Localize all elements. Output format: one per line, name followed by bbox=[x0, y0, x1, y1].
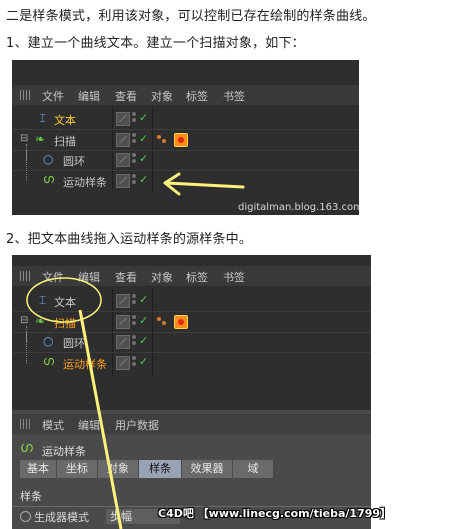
intro-text: 二是样条模式，利用该对象，可以控制已存在绘制的样条曲线。 bbox=[6, 9, 376, 24]
menu-tag[interactable]: 标签 bbox=[186, 88, 208, 104]
step2-text: 2、把文本曲线拖入运动样条的源样条中。 bbox=[6, 232, 253, 247]
sweep-icon: ❧ bbox=[35, 132, 46, 146]
forum-watermark: C4D吧 【www.linecg.com/tieba/1799】 bbox=[158, 507, 392, 520]
tree-line bbox=[26, 149, 27, 181]
object-row-circle[interactable]: ○ 圆环 ✓ bbox=[12, 144, 359, 170]
visibility-dots-icon[interactable] bbox=[132, 174, 137, 186]
menu-object[interactable]: 对象 bbox=[151, 88, 173, 104]
object-row-text[interactable]: ⌶ 文本 ✓ bbox=[12, 109, 359, 129]
menu-edit[interactable]: 编辑 bbox=[78, 88, 100, 104]
enabled-check-icon[interactable]: ✓ bbox=[139, 173, 148, 186]
enabled-check-icon[interactable]: ✓ bbox=[139, 152, 148, 165]
collapse-icon[interactable]: ⊟ bbox=[20, 133, 28, 144]
grip-icon bbox=[20, 90, 32, 100]
menu-file[interactable]: 文件 bbox=[42, 88, 64, 104]
step1-text: 1、建立一个曲线文本。建立一个扫描对象，如下： bbox=[6, 36, 305, 51]
object-manager-screenshot-1: 文件 编辑 查看 对象 标签 书签 ⌶ 文本 ✓ ⊟ ❧ 扫描 ✓ ○ 圆环 ✓… bbox=[12, 60, 359, 215]
object-name: 运动样条 bbox=[63, 176, 107, 189]
layer-icon bbox=[116, 153, 130, 167]
layer-icon bbox=[116, 133, 130, 147]
object-manager-screenshot-2: 文件 编辑 查看 对象 标签 书签 ⌶ 文本 ✓ ⊟ ❧ 扫描 ✓ ○ 圆环 ✓… bbox=[12, 255, 371, 529]
object-name: 文本 bbox=[54, 114, 76, 127]
motion-spline-icon: ഗ bbox=[43, 172, 54, 186]
object-name: 圆环 bbox=[63, 155, 85, 168]
enabled-check-icon[interactable]: ✓ bbox=[139, 111, 148, 124]
visibility-dots-icon[interactable] bbox=[132, 153, 137, 165]
annotation-arrow bbox=[163, 172, 245, 196]
layer-icon bbox=[116, 112, 130, 126]
object-name: 扫描 bbox=[54, 135, 76, 148]
menu-bookmark[interactable]: 书签 bbox=[223, 88, 245, 104]
phong-tag-icon[interactable] bbox=[174, 133, 188, 147]
annotation-circle-and-line bbox=[26, 277, 123, 529]
enabled-check-icon[interactable]: ✓ bbox=[139, 132, 148, 145]
menu-bar: 文件 编辑 查看 对象 标签 书签 bbox=[12, 85, 359, 105]
visibility-dots-icon[interactable] bbox=[132, 133, 137, 145]
blog-watermark: digitalman.blog.163.com bbox=[238, 202, 359, 213]
visibility-dots-icon[interactable] bbox=[132, 112, 137, 124]
material-tag-icon[interactable] bbox=[157, 135, 166, 143]
text-spline-icon: ⌶ bbox=[39, 111, 47, 125]
layer-icon bbox=[116, 174, 130, 188]
menu-view[interactable]: 查看 bbox=[115, 88, 137, 104]
circle-spline-icon: ○ bbox=[43, 152, 54, 166]
object-row-sweep[interactable]: ⊟ ❧ 扫描 ✓ bbox=[12, 130, 359, 150]
